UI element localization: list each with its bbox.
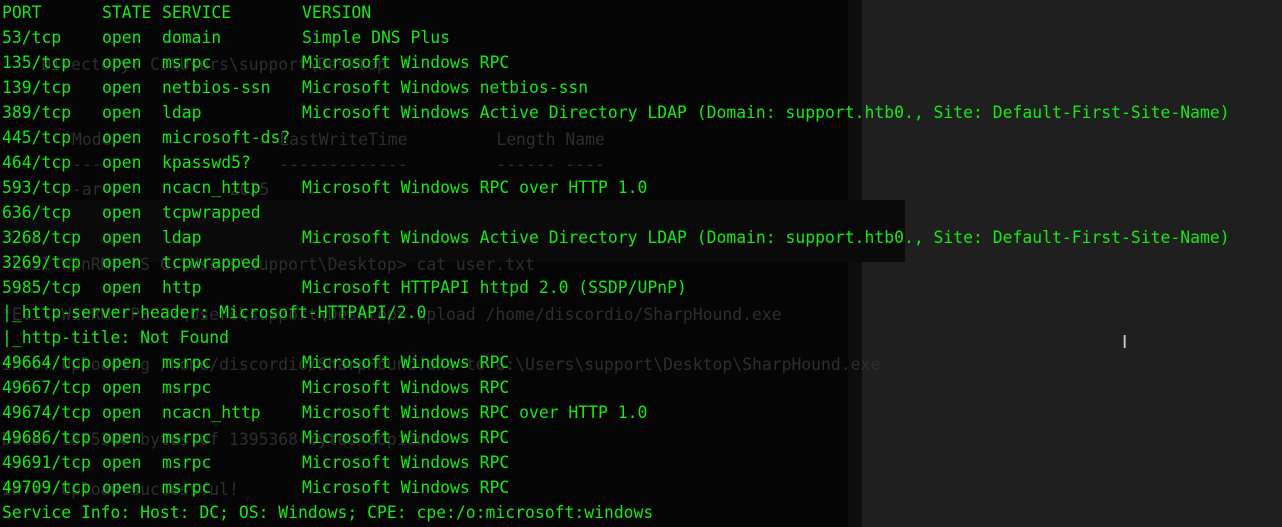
port: 49709/tcp [2,478,91,497]
state: open [102,253,142,272]
service: domain [162,28,222,47]
service: msrpc [162,478,212,497]
version: Microsoft Windows Active Directory LDAP … [302,228,1230,247]
table-row: 139/tcp open netbios-ssn Microsoft Windo… [0,75,588,100]
table-row: 389/tcp open ldap Microsoft Windows Acti… [0,100,1230,125]
state: open [102,128,142,147]
service: ncacn_http [162,403,261,422]
table-row: 49686/tcp open msrpc Microsoft Windows R… [0,425,509,450]
header-port: PORT [2,3,42,22]
version: Microsoft Windows Active Directory LDAP … [302,103,1230,122]
version: Microsoft Windows RPC [302,453,510,472]
state: open [102,228,142,247]
service: msrpc [162,453,212,472]
table-row: 49667/tcp open msrpc Microsoft Windows R… [0,375,509,400]
ghost-line: ---- ------------- ------ ---- [72,155,605,174]
state: open [102,178,142,197]
service: ldap [162,103,202,122]
version: Simple DNS Plus [302,28,451,47]
state: open [102,453,142,472]
version: Microsoft Windows netbios-ssn [302,78,589,97]
state: open [102,353,142,372]
ghost-line: Mode LastWriteTime Length Name [72,130,605,149]
service-info-line: Service Info: Host: DC; OS: Windows; CPE… [0,500,653,525]
state: open [102,428,142,447]
version: Microsoft Windows RPC [302,428,510,447]
background-window-edge [848,0,862,527]
state: open [102,378,142,397]
service: tcpwrapped [162,253,261,272]
header-version: VERSION [302,3,372,22]
version: Microsoft Windows RPC [302,478,510,497]
port: 49674/tcp [2,403,91,422]
state: open [102,153,142,172]
port: 49664/tcp [2,353,91,372]
port: 49691/tcp [2,453,91,472]
port: 593/tcp [2,178,72,197]
service: msrpc [162,428,212,447]
state: open [102,28,142,47]
script-output-line: |_http-title: Not Found [0,325,229,350]
port: 445/tcp [2,128,72,147]
version: Microsoft Windows RPC over HTTP 1.0 [302,403,648,422]
header-state: STATE [102,3,152,22]
table-row: 49674/tcp open ncacn_http Microsoft Wind… [0,400,647,425]
version: Microsoft Windows RPC over HTTP 1.0 [302,178,648,197]
table-row: 3269/tcp open tcpwrapped [0,250,261,275]
background-window [862,0,1282,527]
port: 389/tcp [2,103,72,122]
http-title: |_http-title: Not Found [2,328,229,347]
table-row: 49709/tcp open msrpc Microsoft Windows R… [0,475,509,500]
state: open [102,203,142,222]
service: microsoft-ds? [162,128,291,147]
service: msrpc [162,53,212,72]
table-row: 3268/tcp open ldap Microsoft Windows Act… [0,225,1230,250]
port: 49686/tcp [2,428,91,447]
service: http [162,278,202,297]
table-row: 464/tcp open kpasswd5? [0,150,251,175]
version: Microsoft Windows RPC [302,378,510,397]
service: kpasswd5? [162,153,251,172]
table-row: 636/tcp open tcpwrapped [0,200,261,225]
script-output-line: |_http-server-header: Microsoft-HTTPAPI/… [0,300,426,325]
table-row: 135/tcp open msrpc Microsoft Windows RPC [0,50,509,75]
service: netbios-ssn [162,78,271,97]
table-row: 49691/tcp open msrpc Microsoft Windows R… [0,450,509,475]
text-cursor-icon: I [1122,332,1128,353]
table-row: 53/tcp open domain Simple DNS Plus [0,25,450,50]
port: 464/tcp [2,153,72,172]
service: ncacn_http [162,178,261,197]
port: 3269/tcp [2,253,81,272]
service: msrpc [162,353,212,372]
service: ldap [162,228,202,247]
state: open [102,78,142,97]
state: open [102,278,142,297]
terminal-window[interactable]: Directory: C:\Users\support\Desktop Mode… [0,0,1282,527]
state: open [102,53,142,72]
port: 49667/tcp [2,378,91,397]
service: tcpwrapped [162,203,261,222]
header-service: SERVICE [162,3,232,22]
version: Microsoft HTTPAPI httpd 2.0 (SSDP/UPnP) [302,278,687,297]
state: open [102,403,142,422]
service-info: Service Info: Host: DC; OS: Windows; CPE… [2,503,654,522]
state: open [102,103,142,122]
port: 53/tcp [2,28,62,47]
port: 135/tcp [2,53,72,72]
table-row: 49664/tcp open msrpc Microsoft Windows R… [0,350,509,375]
table-row: 445/tcp open microsoft-ds? [0,125,290,150]
port: 5985/tcp [2,278,81,297]
service: msrpc [162,378,212,397]
port: 139/tcp [2,78,72,97]
table-header: PORT STATE SERVICE VERSION [0,0,371,25]
version: Microsoft Windows RPC [302,353,510,372]
state: open [102,478,142,497]
table-row: 593/tcp open ncacn_http Microsoft Window… [0,175,647,200]
table-row: 5985/tcp open http Microsoft HTTPAPI htt… [0,275,687,300]
port: 636/tcp [2,203,72,222]
port: 3268/tcp [2,228,81,247]
http-server-header: |_http-server-header: Microsoft-HTTPAPI/… [2,303,427,322]
version: Microsoft Windows RPC [302,53,510,72]
